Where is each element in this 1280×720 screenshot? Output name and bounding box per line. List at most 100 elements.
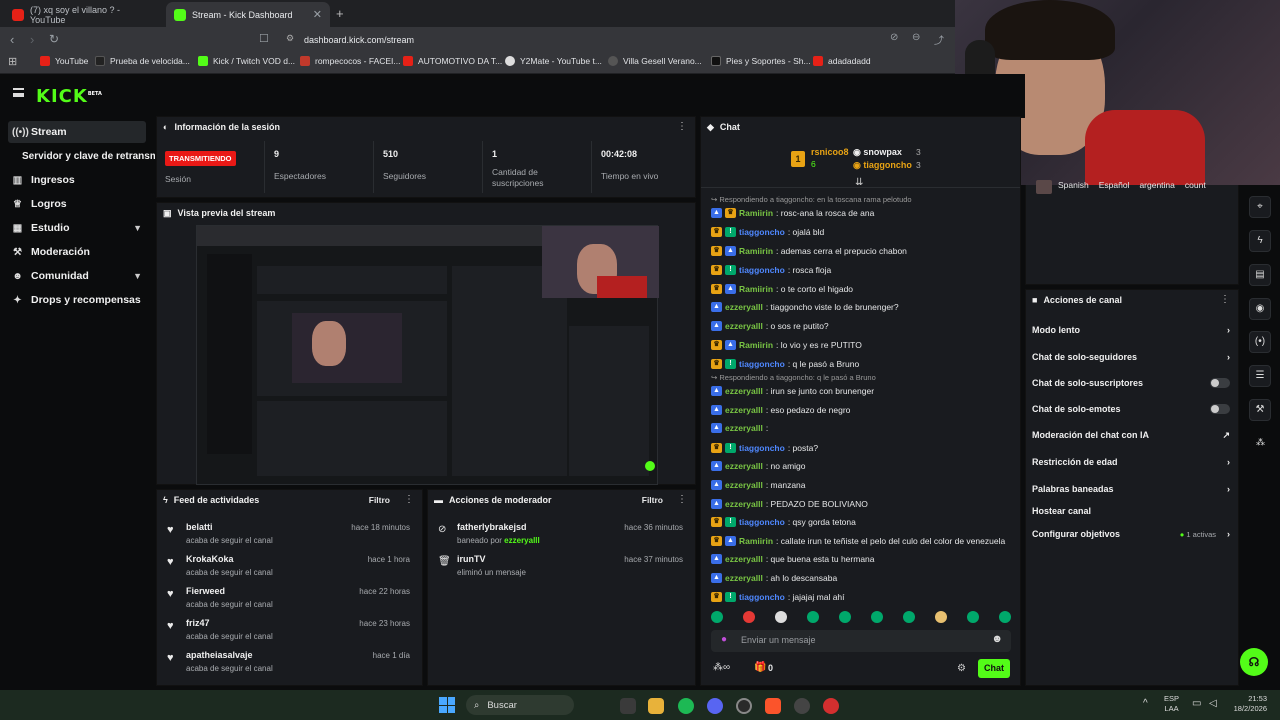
tab-kick[interactable]: Stream - Kick Dashboard ✕ <box>166 2 330 27</box>
close-tab-icon[interactable]: ✕ <box>313 8 322 21</box>
action-goals[interactable]: Configurar objetivos ● 1 activas › <box>1032 525 1230 543</box>
chat-username[interactable]: ezzeryalll <box>725 554 763 564</box>
clock[interactable]: 21:53 18/2/2026 <box>1227 694 1267 714</box>
bookmark-item[interactable]: Y2Mate - YouTube t... <box>505 56 602 66</box>
sidebar-item-server-key[interactable]: Servidor y clave de retransmisión <box>18 145 155 167</box>
bookmark-item[interactable]: Villa Gesell Verano... <box>608 56 702 66</box>
action-age-restriction[interactable]: Restricción de edad › <box>1032 453 1230 471</box>
more-options-icon[interactable]: ⋮ <box>677 494 687 505</box>
bookmark-item[interactable]: AUTOMOTIVO DA T... <box>403 56 502 66</box>
brave-icon[interactable] <box>765 698 781 714</box>
chat-input[interactable]: ● Enviar un mensaje ☻ <box>711 630 1011 652</box>
new-tab-icon[interactable]: + <box>336 6 344 21</box>
chat-username[interactable]: Ramiirin <box>739 284 773 294</box>
mic-icon[interactable]: ● <box>721 634 727 645</box>
infinity-points-icon[interactable]: ⁂∞ <box>713 662 730 673</box>
emote-icon[interactable] <box>711 611 723 623</box>
sidebar-item-ingresos[interactable]: ▥ Ingresos <box>8 169 146 191</box>
emote-icon[interactable] <box>743 611 755 623</box>
volume-icon[interactable]: ◁ <box>1209 698 1217 709</box>
chat-username[interactable]: ezzeryalll <box>725 499 763 509</box>
sidebar-item-estudio[interactable]: ▦ Estudio ▼ <box>8 217 146 239</box>
chat-username[interactable]: ezzeryalll <box>725 302 763 312</box>
sidebar-item-moderacion[interactable]: ⚒ Moderación <box>8 241 146 263</box>
bookmark-item[interactable]: rompecocos - FACEI... <box>300 56 401 66</box>
back-icon[interactable]: ‹ <box>10 32 14 47</box>
emote-icon[interactable] <box>935 611 947 623</box>
feed-filter-button[interactable]: Filtro <box>369 495 390 505</box>
action-slow-mode[interactable]: Modo lento › <box>1032 321 1230 339</box>
kick-logo[interactable]: KICKBETA <box>36 86 102 107</box>
more-options-icon[interactable]: ⋮ <box>1220 294 1230 305</box>
emote-icon[interactable] <box>967 611 979 623</box>
bookmark-item[interactable]: YouTube <box>40 56 88 66</box>
chat-username[interactable]: Ramiirin <box>739 246 773 256</box>
stream-preview-video[interactable] <box>196 225 659 485</box>
chat-username[interactable]: Ramiirin <box>739 340 773 350</box>
bookmark-item[interactable]: Kick / Twitch VOD d... <box>198 56 295 66</box>
sidebar-item-logros[interactable]: ♕ Logros <box>8 193 146 215</box>
gifter-2[interactable]: ◉ snowpax <box>853 147 902 158</box>
chat-username[interactable]: ezzeryalll <box>725 405 763 415</box>
send-chat-button[interactable]: Chat <box>978 659 1010 678</box>
folder-icon[interactable] <box>648 698 664 714</box>
apps-grid-icon[interactable]: ⊞ <box>8 55 17 68</box>
gifter-3[interactable]: ◉ tiaggoncho <box>853 160 912 171</box>
chat-username[interactable]: Ramiirin <box>739 208 773 218</box>
chat-username[interactable]: ezzeryalll <box>725 480 763 490</box>
bookmark-item[interactable]: adadadadd <box>813 56 871 66</box>
site-info-icon[interactable]: ⚙ <box>286 33 294 44</box>
spotify-icon[interactable] <box>678 698 694 714</box>
list-icon[interactable]: ☰ <box>1249 365 1271 387</box>
tracking-icon[interactable]: ⊘ <box>890 32 898 43</box>
chat-username[interactable]: tiaggoncho <box>739 359 785 369</box>
target-icon[interactable]: ⌖ <box>1249 196 1271 218</box>
more-options-icon[interactable]: ⋮ <box>404 494 414 505</box>
emote-icon[interactable] <box>775 611 787 623</box>
forward-icon[interactable]: › <box>30 32 34 47</box>
support-headset-icon[interactable]: ☊ <box>1240 648 1268 676</box>
tag[interactable]: Español <box>1099 180 1130 190</box>
taskbar-search[interactable]: ⌕ Buscar <box>466 695 574 715</box>
document-icon[interactable]: ▤ <box>1249 264 1271 286</box>
tab-youtube[interactable]: (7) xq soy el villano ? - YouTube <box>4 2 164 27</box>
users-icon[interactable]: ⁂ <box>1256 437 1265 448</box>
chat-username[interactable]: ezzeryalll <box>725 573 763 583</box>
subs-only-toggle[interactable] <box>1210 378 1230 388</box>
mod-filter-button[interactable]: Filtro <box>642 495 663 505</box>
task-view-icon[interactable] <box>620 698 636 714</box>
chat-username[interactable]: ezzeryalll <box>725 461 763 471</box>
steam-icon[interactable] <box>794 698 810 714</box>
tag[interactable]: Spanish <box>1058 180 1089 190</box>
network-icon[interactable]: ▭ <box>1192 698 1201 709</box>
action-subs-only[interactable]: Chat de solo-suscriptores <box>1032 374 1230 392</box>
tag[interactable]: argentina <box>1139 180 1174 190</box>
chat-username[interactable]: tiaggoncho <box>739 517 785 527</box>
action-host-channel[interactable]: Hostear canal <box>1032 502 1230 520</box>
bookmark-icon[interactable]: ☐ <box>259 32 269 45</box>
emotes-only-toggle[interactable] <box>1210 404 1230 414</box>
bookmark-item[interactable]: Pies y Soportes - Sh... <box>711 56 811 66</box>
emoji-icon[interactable]: ☻ <box>991 633 1003 645</box>
windows-start-icon[interactable] <box>439 697 455 713</box>
more-options-icon[interactable]: ⋮ <box>677 121 687 132</box>
gift-icon[interactable]: 🎁 <box>754 662 766 673</box>
tag[interactable]: count <box>1185 180 1206 190</box>
chat-bubble-icon[interactable]: ◉ <box>1249 298 1271 320</box>
share-icon[interactable]: ⤴ <box>934 32 944 47</box>
chat-username[interactable]: ezzeryalll <box>725 423 763 433</box>
action-banned-words[interactable]: Palabras baneadas › <box>1032 480 1230 498</box>
chrome-icon[interactable] <box>736 698 752 714</box>
chat-username[interactable]: Ramiirin <box>739 536 773 546</box>
emote-icon[interactable] <box>807 611 819 623</box>
sidebar-item-drops[interactable]: ✦ Drops y recompensas <box>8 289 146 311</box>
chat-username[interactable]: ezzeryalll <box>725 321 763 331</box>
app-icon[interactable] <box>823 698 839 714</box>
sidebar-item-stream[interactable]: ((•)) Stream <box>8 121 146 143</box>
url-field[interactable]: ⚙ dashboard.kick.com/stream <box>280 30 940 49</box>
emote-icon[interactable] <box>871 611 883 623</box>
chat-username[interactable]: tiaggoncho <box>739 443 785 453</box>
sidebar-item-comunidad[interactable]: ☻ Comunidad ▼ <box>8 265 146 287</box>
settings-gear-icon[interactable]: ⚙ <box>957 663 966 674</box>
chat-username[interactable]: tiaggoncho <box>739 265 785 275</box>
